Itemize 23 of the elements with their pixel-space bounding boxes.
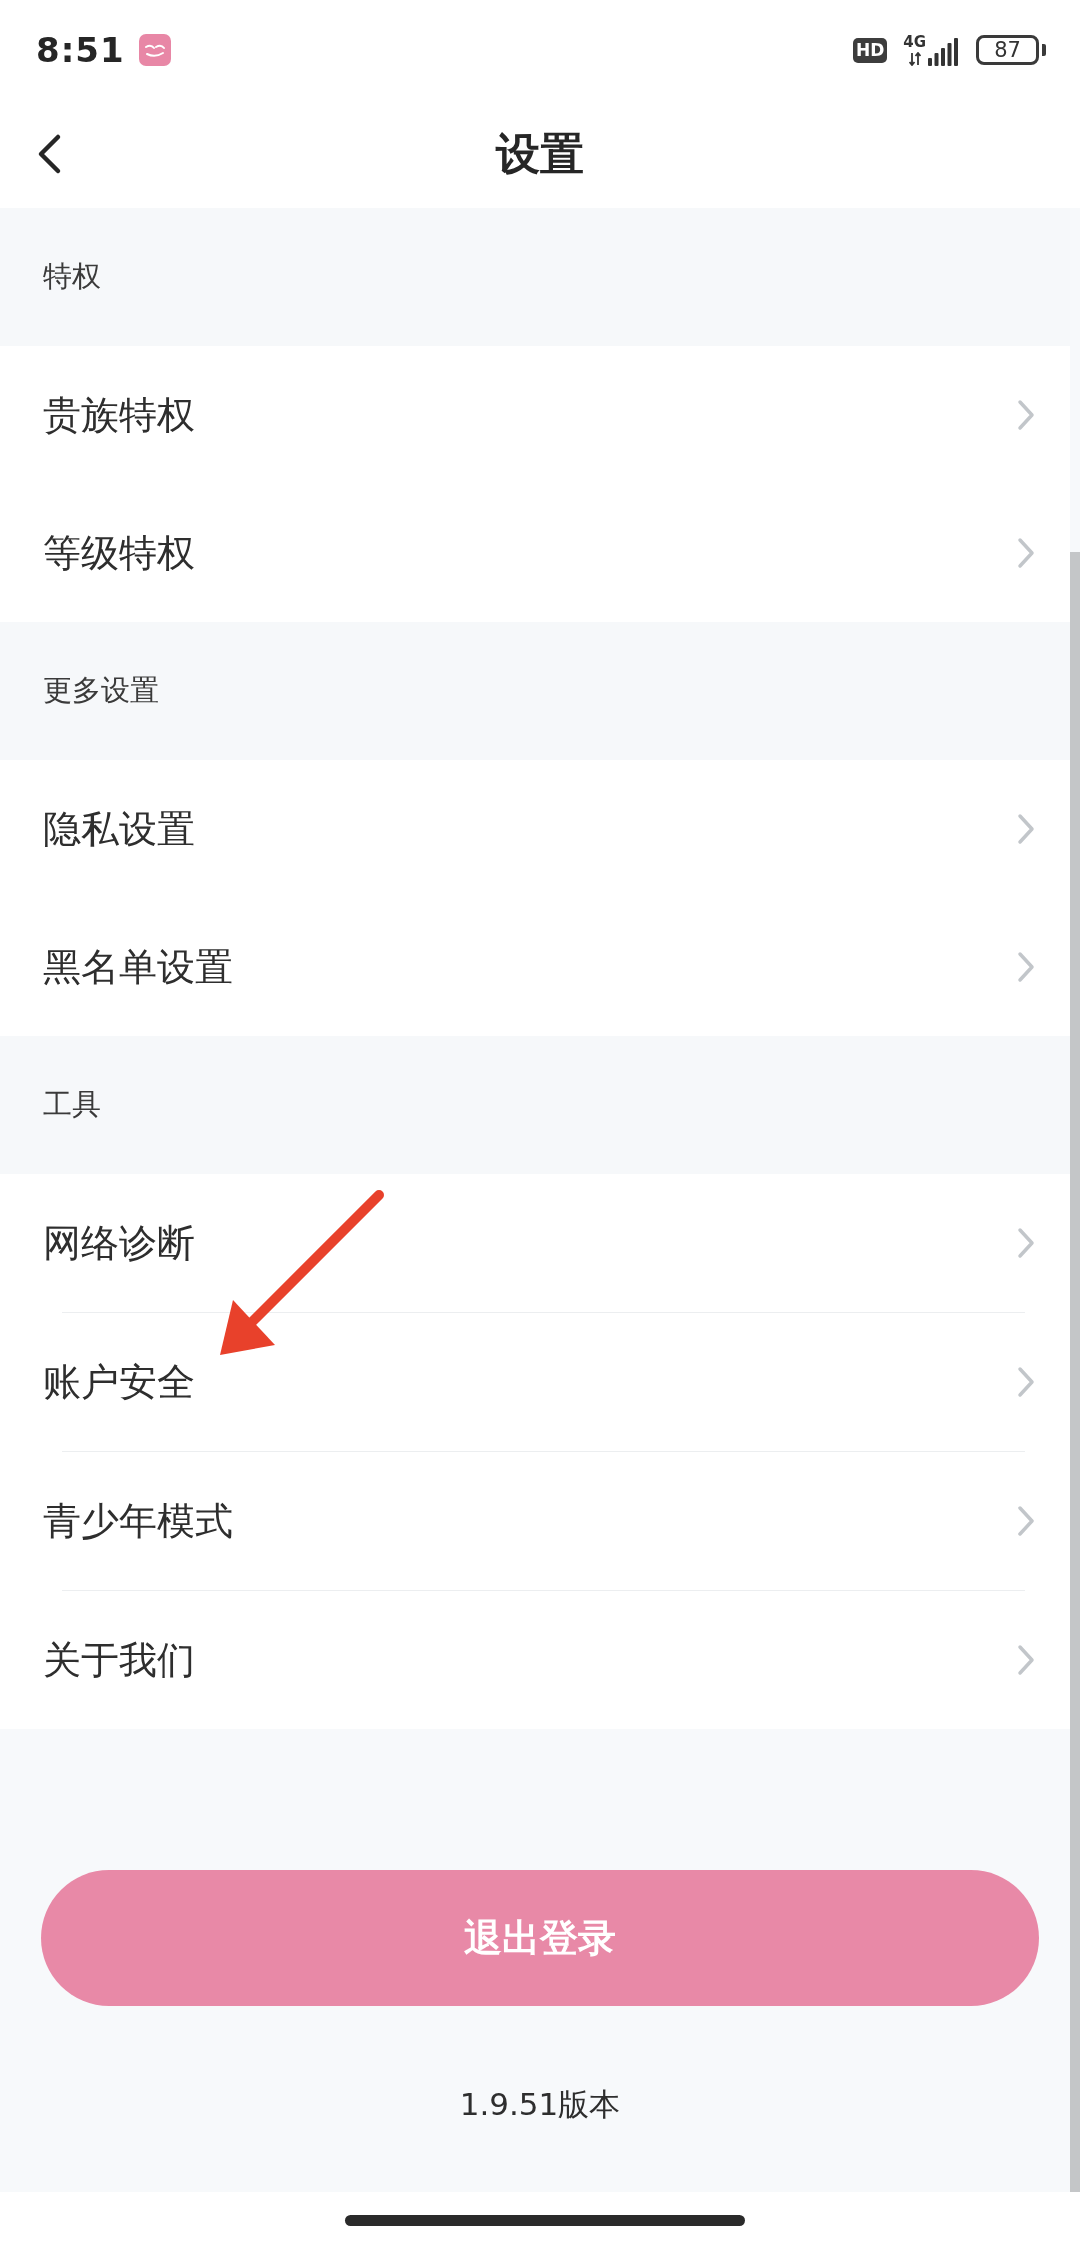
app-notification-icon [138,34,171,66]
chevron-left-icon [36,133,62,175]
chevron-right-icon [1017,399,1035,431]
chevron-right-icon [1017,1644,1035,1676]
network-type-label: 4G [903,34,926,50]
version-label: 1.9.51版本 [459,2085,621,2124]
chevron-right-icon [1017,537,1035,569]
back-button[interactable] [36,133,62,175]
signal-icon [928,37,958,66]
chevron-right-icon [1017,1366,1035,1398]
status-time: 8:51 [36,30,125,70]
page-title: 设置 [496,126,584,181]
chevron-right-icon [1017,951,1035,983]
hd-badge: HD [852,37,888,63]
section-header: 更多设置 [0,622,1070,760]
battery-indicator: 87 [976,35,1046,65]
chevron-right-icon [1017,813,1035,845]
chevron-right-icon [1017,1227,1035,1259]
data-activity-icon [908,51,921,66]
section-header: 特权 [0,208,1070,346]
section-header: 工具 [0,1036,1070,1174]
chevron-right-icon [1017,1505,1035,1537]
home-indicator[interactable] [345,2214,745,2226]
